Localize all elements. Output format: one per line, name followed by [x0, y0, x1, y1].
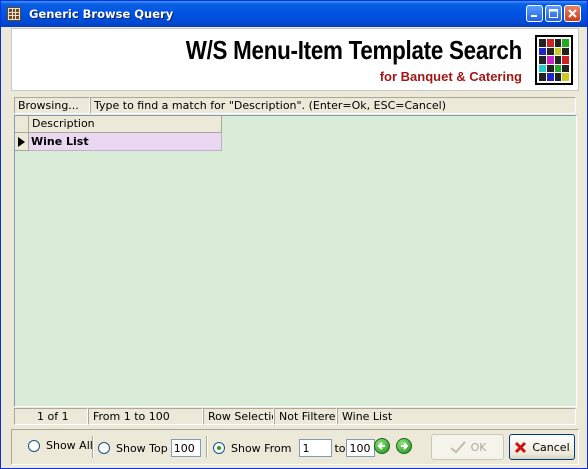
logo-icon: [535, 35, 573, 85]
results-grid[interactable]: Description Wine List: [14, 115, 577, 407]
query-controls: Show All Show Top Show From to OK Can: [11, 429, 579, 465]
app-icon: [7, 7, 21, 21]
banner-title: W/S Menu-Item Template Search: [185, 35, 523, 65]
table-row[interactable]: Wine List: [15, 133, 222, 151]
browse-hint-bar: Browsing... Type to find a match for "De…: [14, 97, 576, 114]
show-from-label: Show From: [231, 441, 292, 455]
from-input[interactable]: [299, 439, 333, 457]
header-banner: W/S Menu-Item Template Search for Banque…: [11, 28, 579, 91]
show-all-option[interactable]: Show All: [28, 439, 93, 452]
status-range: From 1 to 100: [88, 408, 203, 425]
cell-description[interactable]: Wine List: [29, 133, 222, 151]
status-current: Wine List: [337, 408, 576, 425]
show-top-option[interactable]: Show Top: [98, 439, 201, 457]
status-selection: Row Selection: [203, 408, 274, 425]
to-label: to: [334, 441, 346, 455]
banner-subtitle: for Banquet & Catering: [379, 69, 522, 84]
show-all-radio[interactable]: [28, 439, 40, 452]
show-all-label: Show All: [46, 439, 93, 452]
window-title: Generic Browse Query: [29, 7, 174, 21]
show-from-radio[interactable]: [213, 442, 225, 454]
minimize-icon[interactable]: [526, 5, 543, 22]
cancel-button[interactable]: Cancel: [509, 434, 575, 460]
show-from-option[interactable]: Show From to: [213, 439, 376, 457]
cancel-label: Cancel: [532, 440, 570, 454]
ok-label: OK: [470, 440, 487, 454]
close-icon[interactable]: [564, 5, 581, 22]
grid-header: Description: [15, 116, 222, 133]
header-indicator: [15, 116, 29, 133]
maximize-icon[interactable]: [545, 5, 562, 22]
browse-mode: Browsing...: [14, 97, 90, 114]
browse-hint: Type to find a match for "Description". …: [90, 97, 576, 114]
checkmark-icon: [449, 441, 466, 454]
show-top-label: Show Top: [116, 441, 168, 455]
column-header-description[interactable]: Description: [29, 116, 222, 133]
status-filter: Not Filtered: [274, 408, 337, 425]
show-top-input[interactable]: [170, 439, 201, 457]
divider: [206, 436, 208, 458]
previous-page-icon[interactable]: [374, 438, 390, 454]
title-bar[interactable]: Generic Browse Query: [1, 1, 587, 27]
divider: [92, 436, 94, 458]
show-top-radio[interactable]: [98, 442, 110, 454]
next-page-icon[interactable]: [396, 438, 412, 454]
current-row-arrow-icon: [15, 133, 29, 151]
to-input[interactable]: [346, 439, 376, 457]
ok-button[interactable]: OK: [431, 434, 504, 460]
cancel-x-icon: [515, 441, 527, 453]
status-record: 1 of 1: [14, 408, 88, 425]
generic-browse-query-window: Generic Browse Query W/S Menu-Item Templ…: [0, 0, 588, 469]
status-bar: 1 of 1 From 1 to 100 Row Selection Not F…: [14, 408, 576, 425]
